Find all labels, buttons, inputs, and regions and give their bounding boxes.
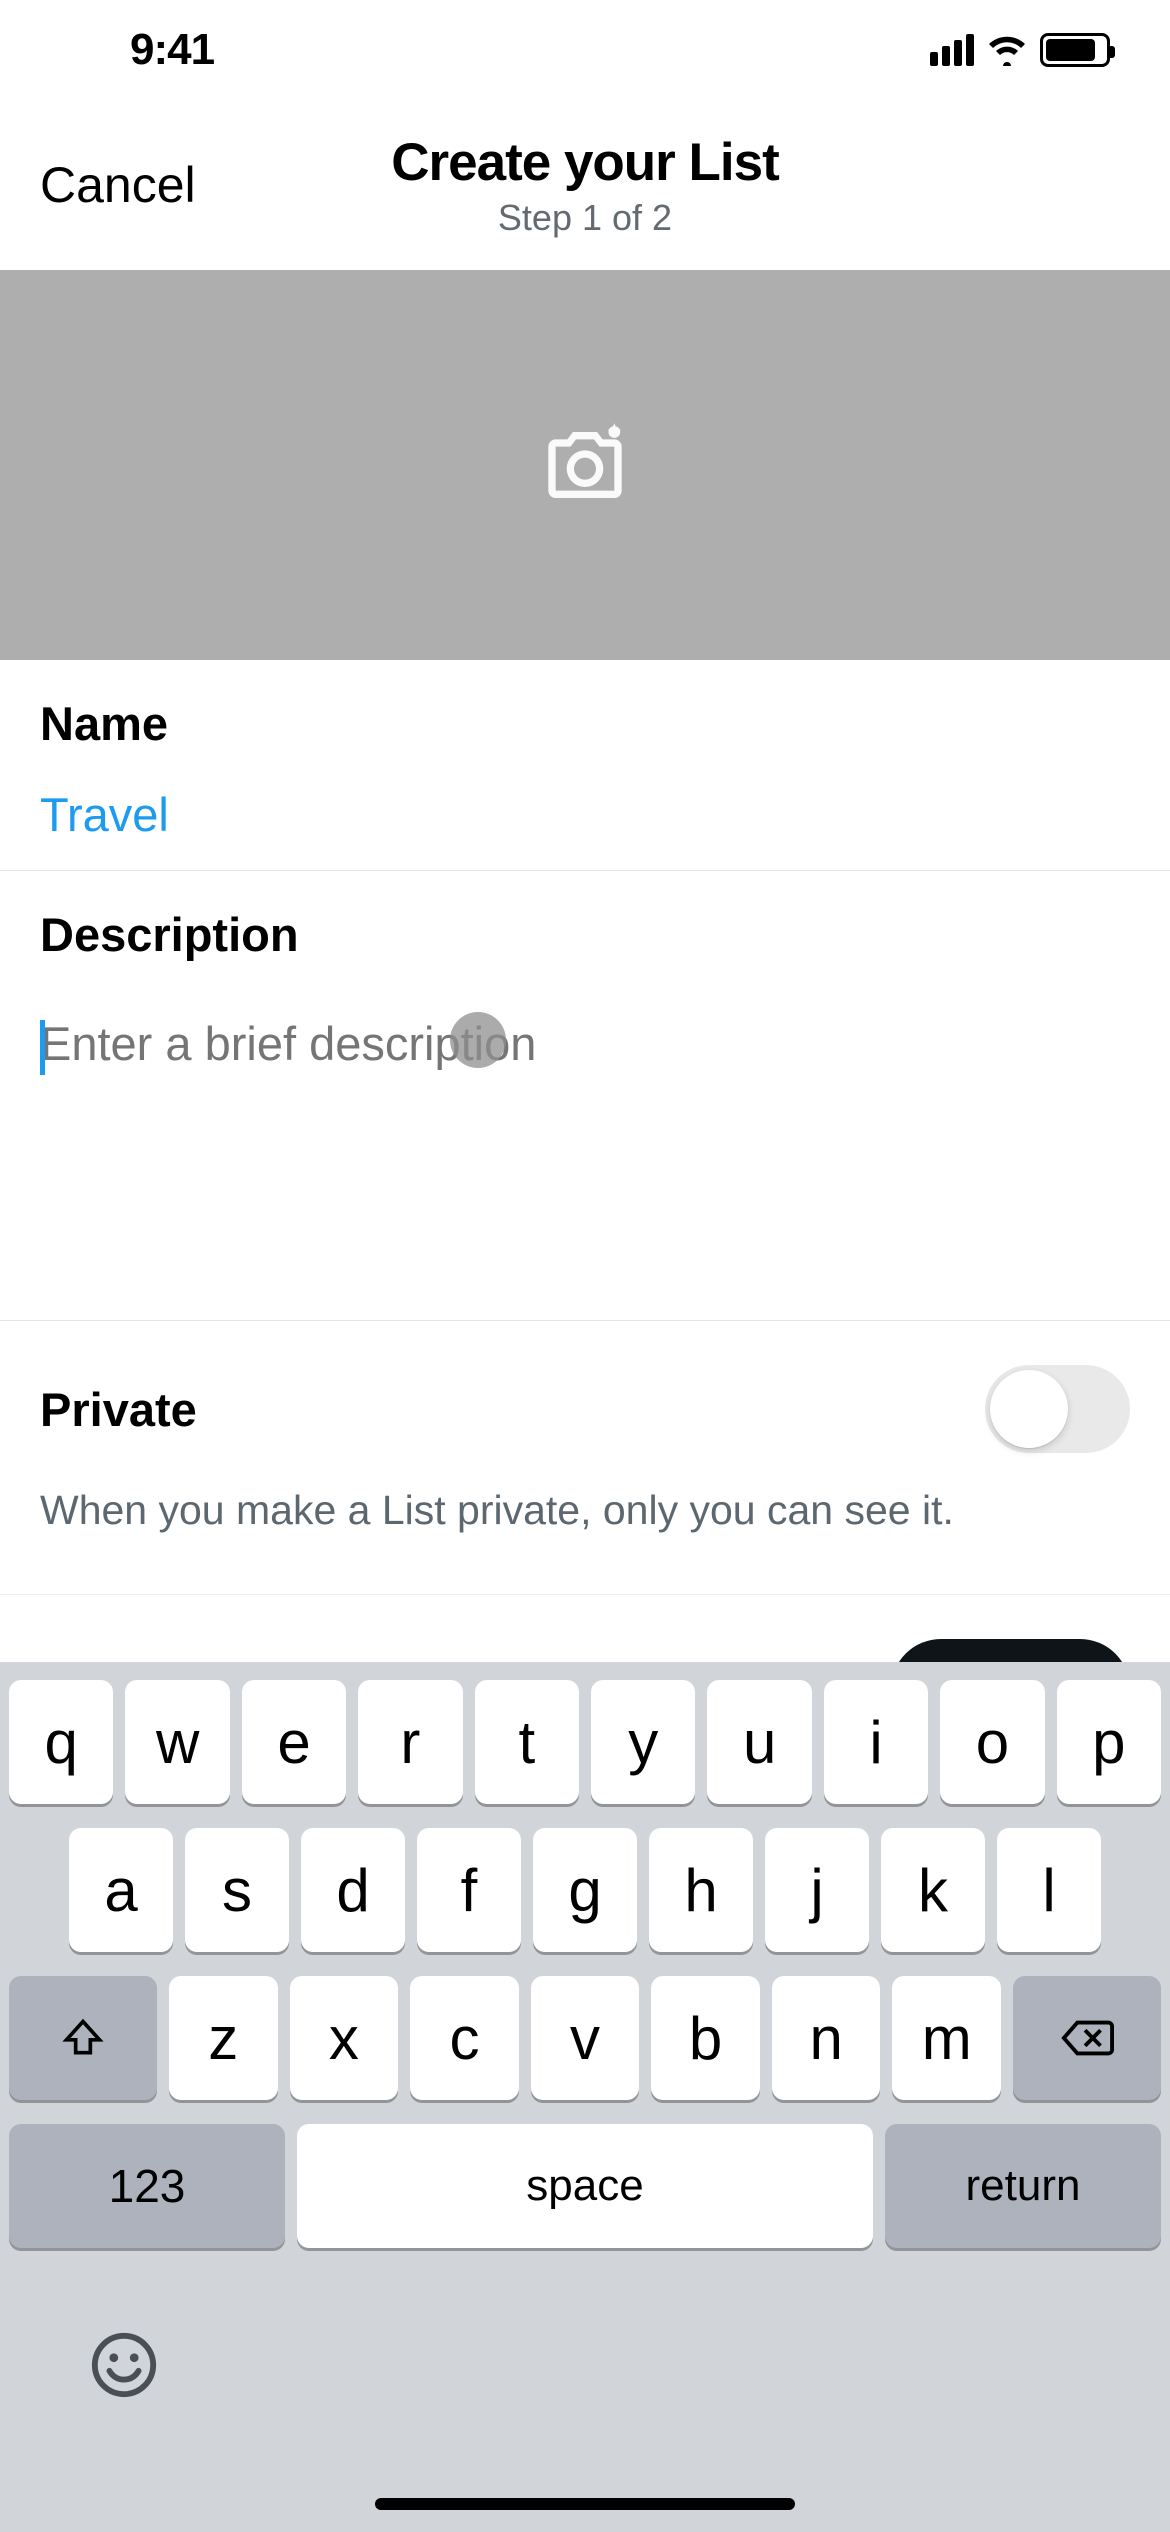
key-return[interactable]: return — [885, 2124, 1161, 2248]
name-label: Name — [40, 696, 1130, 751]
shift-icon — [61, 2016, 105, 2060]
private-label: Private — [40, 1382, 197, 1437]
key-g[interactable]: g — [533, 1828, 637, 1952]
keyboard: q w e r t y u i o p a s d f g h j k l z … — [0, 1662, 1170, 2532]
key-numbers[interactable]: 123 — [9, 2124, 285, 2248]
key-a[interactable]: a — [69, 1828, 173, 1952]
key-f[interactable]: f — [417, 1828, 521, 1952]
wifi-icon — [986, 34, 1028, 66]
key-e[interactable]: e — [242, 1680, 346, 1804]
backspace-icon — [1060, 2016, 1114, 2060]
key-q[interactable]: q — [9, 1680, 113, 1804]
toggle-knob — [990, 1370, 1068, 1448]
status-icons — [930, 33, 1110, 67]
home-indicator[interactable] — [375, 2498, 795, 2510]
description-label: Description — [40, 907, 1130, 962]
key-b[interactable]: b — [651, 1976, 760, 2100]
emoji-icon[interactable] — [89, 2330, 159, 2415]
key-shift[interactable] — [9, 1976, 157, 2100]
key-c[interactable]: c — [410, 1976, 519, 2100]
keyboard-row-4: 123 space return — [9, 2124, 1161, 2248]
key-t[interactable]: t — [475, 1680, 579, 1804]
key-v[interactable]: v — [531, 1976, 640, 2100]
banner-image-picker[interactable] — [0, 270, 1170, 660]
status-bar: 9:41 — [0, 0, 1170, 100]
cancel-button[interactable]: Cancel — [40, 156, 196, 214]
key-k[interactable]: k — [881, 1828, 985, 1952]
key-j[interactable]: j — [765, 1828, 869, 1952]
key-z[interactable]: z — [169, 1976, 278, 2100]
key-h[interactable]: h — [649, 1828, 753, 1952]
keyboard-row-3: z x c v b n m — [9, 1976, 1161, 2100]
keyboard-toolbar — [9, 2272, 1161, 2532]
name-input[interactable] — [40, 787, 1130, 842]
key-u[interactable]: u — [707, 1680, 811, 1804]
key-x[interactable]: x — [290, 1976, 399, 2100]
text-cursor — [40, 1020, 45, 1075]
key-p[interactable]: p — [1057, 1680, 1161, 1804]
key-m[interactable]: m — [892, 1976, 1001, 2100]
key-y[interactable]: y — [591, 1680, 695, 1804]
keyboard-row-2: a s d f g h j k l — [9, 1828, 1161, 1952]
battery-icon — [1040, 33, 1110, 67]
private-section: Private When you make a List private, on… — [0, 1321, 1170, 1595]
private-toggle[interactable] — [985, 1365, 1130, 1453]
key-w[interactable]: w — [125, 1680, 229, 1804]
camera-icon — [541, 421, 629, 509]
description-input[interactable] — [40, 1016, 1130, 1181]
key-n[interactable]: n — [772, 1976, 881, 2100]
key-o[interactable]: o — [940, 1680, 1044, 1804]
key-backspace[interactable] — [1013, 1976, 1161, 2100]
status-time: 9:41 — [130, 25, 214, 75]
name-section: Name — [0, 660, 1170, 871]
key-d[interactable]: d — [301, 1828, 405, 1952]
description-section: Description — [0, 871, 1170, 1321]
key-l[interactable]: l — [997, 1828, 1101, 1952]
keyboard-row-1: q w e r t y u i o p — [9, 1680, 1161, 1804]
private-help-text: When you make a List private, only you c… — [40, 1487, 1130, 1534]
key-i[interactable]: i — [824, 1680, 928, 1804]
key-r[interactable]: r — [358, 1680, 462, 1804]
touch-indicator — [450, 1012, 506, 1068]
nav-header: Cancel Create your List Step 1 of 2 — [0, 100, 1170, 270]
cellular-icon — [930, 34, 974, 66]
key-s[interactable]: s — [185, 1828, 289, 1952]
key-space[interactable]: space — [297, 2124, 873, 2248]
